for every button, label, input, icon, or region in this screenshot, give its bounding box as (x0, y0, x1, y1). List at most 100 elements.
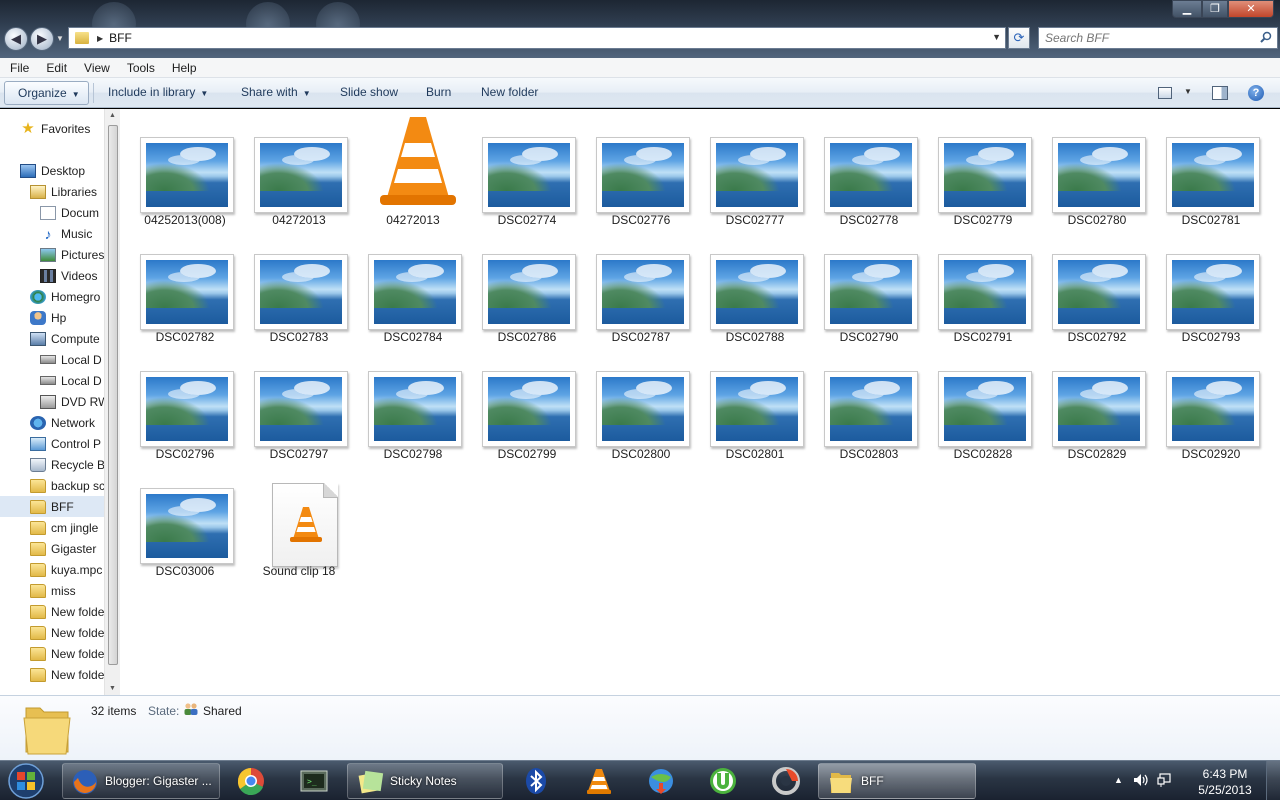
file-item[interactable]: DSC02777 (700, 109, 810, 227)
nav-item[interactable]: Hp (30, 307, 66, 328)
file-item[interactable]: DSC02774 (472, 109, 582, 227)
file-item[interactable]: DSC03006 (130, 460, 240, 578)
menu-file[interactable]: File (0, 58, 36, 77)
bluetooth-icon[interactable] (520, 765, 552, 797)
search-box[interactable] (1038, 27, 1278, 49)
file-item[interactable]: DSC02782 (130, 226, 240, 344)
nav-item[interactable]: Videos (40, 265, 97, 286)
nav-item[interactable]: Network (30, 412, 95, 433)
chrome-icon[interactable] (235, 765, 267, 797)
file-item[interactable]: DSC02803 (814, 343, 924, 461)
maximize-button[interactable]: ❐ (1202, 0, 1228, 18)
file-item[interactable]: Sound clip 18 (244, 460, 354, 578)
file-item[interactable]: DSC02783 (244, 226, 354, 344)
file-item[interactable]: DSC02788 (700, 226, 810, 344)
scroll-down-icon[interactable]: ▼ (109, 685, 116, 692)
utorrent-icon[interactable] (707, 765, 739, 797)
show-desktop-button[interactable] (1266, 761, 1280, 800)
file-item[interactable]: DSC02796 (130, 343, 240, 461)
file-item[interactable]: DSC02781 (1156, 109, 1266, 227)
new-folder-button[interactable]: New folder (481, 85, 538, 99)
help-icon[interactable]: ? (1248, 85, 1264, 101)
file-item[interactable]: DSC02828 (928, 343, 1038, 461)
network-status-icon[interactable] (1156, 772, 1172, 788)
file-item[interactable]: 04272013 (244, 109, 354, 227)
taskbar-explorer-button[interactable]: BFF (818, 763, 976, 799)
nav-item[interactable]: Libraries (30, 181, 97, 202)
view-options-dropdown[interactable]: ▼ (1184, 87, 1192, 96)
nav-item[interactable]: ★ Favorites (20, 118, 90, 139)
nav-item[interactable]: New folde (30, 601, 104, 622)
volume-icon[interactable] (1132, 772, 1148, 788)
recent-pages-dropdown[interactable]: ▼ (56, 34, 64, 43)
vlc-icon[interactable] (583, 765, 615, 797)
search-input[interactable] (1039, 28, 1249, 48)
nav-item[interactable]: BFF (0, 496, 104, 517)
globe-download-icon[interactable] (645, 765, 677, 797)
nav-item[interactable]: cm jingle (30, 517, 98, 538)
address-bar[interactable]: ▶ BFF ▼ (68, 27, 1006, 49)
start-button[interactable] (4, 761, 48, 800)
nav-item[interactable]: miss (30, 580, 76, 601)
search-icon[interactable] (1260, 31, 1272, 43)
file-item[interactable]: DSC02799 (472, 343, 582, 461)
clock-date[interactable]: 5/25/2013 (1190, 783, 1260, 797)
refresh-button[interactable]: ⟳ (1008, 27, 1030, 49)
menu-view[interactable]: View (74, 58, 117, 77)
nav-item[interactable]: Docum (40, 202, 99, 223)
file-item[interactable]: 04272013 (358, 109, 468, 227)
taskbar-sticky-notes-button[interactable]: Sticky Notes (347, 763, 503, 799)
file-item[interactable]: DSC02790 (814, 226, 924, 344)
nav-item[interactable]: New folde (30, 622, 104, 643)
taskbar-firefox-button[interactable]: Blogger: Gigaster ... (62, 763, 220, 799)
file-item[interactable]: DSC02776 (586, 109, 696, 227)
nav-item[interactable]: Recycle B (30, 454, 104, 475)
file-item[interactable]: DSC02784 (358, 226, 468, 344)
nav-item[interactable]: Desktop (20, 160, 85, 181)
file-item[interactable]: DSC02798 (358, 343, 468, 461)
file-item[interactable]: DSC02778 (814, 109, 924, 227)
nav-item[interactable]: New folde (30, 643, 104, 664)
burn-button[interactable]: Burn (426, 85, 451, 99)
nav-item[interactable]: Homegro (30, 286, 100, 307)
slide-show-button[interactable]: Slide show (340, 85, 398, 99)
menu-edit[interactable]: Edit (36, 58, 74, 77)
file-item[interactable]: DSC02791 (928, 226, 1038, 344)
preview-pane-icon[interactable] (1212, 86, 1228, 100)
nav-item[interactable]: Compute (30, 328, 100, 349)
show-hidden-icons-icon[interactable]: ▲ (1114, 775, 1123, 785)
breadcrumb[interactable]: BFF (109, 31, 132, 45)
file-item[interactable]: 04252013(008) (130, 109, 240, 227)
file-item[interactable]: DSC02780 (1042, 109, 1152, 227)
nav-item[interactable]: Local D (40, 370, 102, 391)
menu-tools[interactable]: Tools (117, 58, 162, 77)
file-item[interactable]: DSC02920 (1156, 343, 1266, 461)
file-item[interactable]: DSC02792 (1042, 226, 1152, 344)
file-item[interactable]: DSC02801 (700, 343, 810, 461)
address-history-dropdown[interactable]: ▼ (992, 32, 1001, 42)
file-item[interactable]: DSC02793 (1156, 226, 1266, 344)
back-button[interactable]: ◀ (4, 27, 28, 51)
nav-item[interactable]: New folde (30, 664, 104, 685)
scrollbar-thumb[interactable] (108, 125, 118, 665)
minimize-button[interactable]: ▁ (1172, 0, 1202, 18)
menu-help[interactable]: Help (162, 58, 204, 77)
nav-item[interactable]: Pictures (40, 244, 104, 265)
nav-item[interactable]: Gigaster (30, 538, 96, 559)
nav-item[interactable]: ♪ Music (40, 223, 93, 244)
nav-item[interactable]: DVD RW (40, 391, 104, 412)
terminal-icon[interactable]: >_ (298, 765, 330, 797)
organize-button[interactable]: Organize ▼ (4, 81, 89, 105)
file-item[interactable]: DSC02786 (472, 226, 582, 344)
change-view-icon[interactable] (1158, 87, 1172, 99)
nav-item[interactable]: backup sc (30, 475, 104, 496)
clock-time[interactable]: 6:43 PM (1190, 767, 1260, 781)
include-in-library-button[interactable]: Include in library ▼ (108, 85, 208, 99)
forward-button[interactable]: ▶ (30, 27, 54, 51)
camera-aperture-icon[interactable] (770, 765, 802, 797)
breadcrumb-arrow-icon[interactable]: ▶ (97, 34, 103, 43)
share-with-button[interactable]: Share with ▼ (241, 85, 311, 99)
file-item[interactable]: DSC02797 (244, 343, 354, 461)
nav-item[interactable]: kuya.mpc (30, 559, 102, 580)
navigation-scrollbar[interactable]: ▲ ▼ (104, 109, 120, 695)
